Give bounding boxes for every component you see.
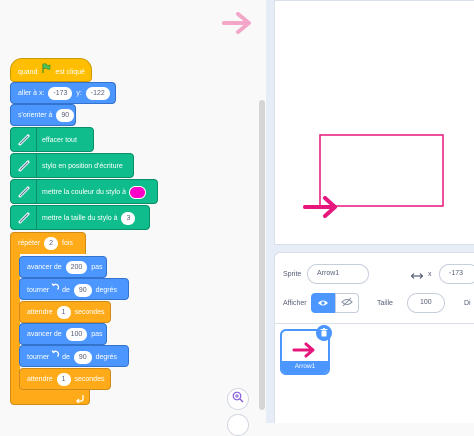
show-visible-button[interactable] (311, 293, 335, 313)
code-area[interactable]: quand est cliqué aller à x: -173 y: -122… (0, 0, 262, 436)
horizontal-arrows-icon (410, 268, 424, 286)
pen-drawn-rectangle (319, 134, 444, 207)
x-position-input[interactable]: -173 (439, 264, 474, 284)
set-pen-color-block[interactable]: mettre la couleur du stylo à (10, 179, 158, 204)
wait-block-1[interactable]: attendre 1 secondes (19, 301, 111, 323)
pen-clear-block[interactable]: effacer tout (10, 127, 94, 152)
eye-icon (317, 294, 329, 312)
turn-de-label: de (62, 286, 70, 294)
eye-slash-icon (341, 294, 353, 312)
zoom-in-icon (232, 390, 244, 408)
sprite-list: Arrow1 (274, 324, 474, 423)
turn-label: tourner (27, 286, 50, 294)
turn-degrees-unit: degrés (95, 286, 117, 294)
rotate-left-icon (51, 346, 60, 368)
turn-de-label: de (62, 353, 70, 361)
repeat-block[interactable]: répéter 2 fois (10, 232, 86, 254)
stage[interactable] (274, 0, 474, 245)
repeat-label: répéter (18, 240, 41, 247)
turn-label: tourner (27, 353, 50, 361)
pen-size-input[interactable]: 3 (121, 211, 136, 225)
code-area-scrollbar[interactable] (259, 100, 265, 410)
pen-down-label: stylo en position d'écriture (42, 163, 123, 170)
pen-color-swatch[interactable] (129, 185, 147, 199)
sprite-tile-name: Arrow1 (282, 361, 328, 373)
move-label: avancer de (27, 331, 62, 338)
goto-y-input[interactable]: -122 (85, 86, 110, 100)
move-label: avancer de (27, 264, 62, 271)
zoom-out-button[interactable] (227, 414, 249, 436)
wait-seconds-unit: secondes (74, 376, 105, 383)
goto-xy-block[interactable]: aller à x: -173 y: -122 (10, 82, 116, 104)
set-pen-size-block[interactable]: mettre la taille du stylo à 3 (10, 205, 150, 230)
pane-divider (266, 0, 274, 423)
turn-left-block-1[interactable]: tourner de 90 degrés (19, 278, 129, 300)
wait-seconds-input[interactable]: 1 (56, 305, 71, 319)
direction-label: Di (464, 300, 471, 307)
move-steps-unit: pas (91, 264, 103, 271)
wait-block-2[interactable]: attendre 1 secondes (19, 368, 111, 390)
size-input[interactable]: 100 (407, 293, 445, 313)
turn-degrees-unit: degrés (95, 353, 117, 361)
point-value-input[interactable]: 90 (56, 108, 75, 122)
pen-down-block[interactable]: stylo en position d'écriture (10, 153, 134, 178)
point-direction-block[interactable]: s'orienter à 90 (10, 104, 76, 126)
repeat-count-input[interactable]: 2 (44, 236, 59, 250)
move-steps-unit: pas (91, 331, 103, 338)
sprite-label: Sprite (283, 271, 302, 278)
loop-arrow-icon (75, 390, 85, 408)
show-hidden-button[interactable] (335, 293, 359, 313)
set-pen-color-text: mettre la couleur du stylo à (42, 180, 147, 205)
wait-label: attendre (27, 309, 53, 316)
when-label: quand (18, 68, 38, 76)
stage-canvas (303, 134, 444, 218)
pen-icon (11, 180, 37, 203)
turn-degrees-input[interactable]: 90 (73, 283, 92, 297)
when-flag-clicked-block[interactable]: quand est cliqué (10, 58, 92, 82)
rotate-left-icon (51, 279, 60, 301)
goto-label: aller à x: (18, 90, 45, 97)
set-pen-color-label: mettre la couleur du stylo à (42, 189, 127, 196)
wait-label: attendre (27, 376, 53, 383)
zoom-in-button[interactable] (227, 388, 249, 410)
show-label: Afficher (283, 300, 307, 307)
sprite-name-input[interactable]: Arrow1 (307, 264, 369, 284)
point-label: s'orienter à (18, 112, 53, 119)
goto-x-input[interactable]: -173 (48, 86, 73, 100)
turn-left-block-2[interactable]: tourner de 90 degrés (19, 345, 129, 367)
set-pen-size-label: mettre la taille du stylo à (42, 215, 118, 222)
clicked-label: est cliqué (55, 68, 85, 76)
pen-icon (11, 206, 37, 229)
pen-icon (11, 154, 37, 177)
trash-icon (320, 324, 328, 342)
wait-seconds-input[interactable]: 1 (56, 372, 71, 386)
pen-clear-label: effacer tout (42, 137, 77, 144)
size-label: Taille (377, 300, 393, 307)
turn-degrees-input[interactable]: 90 (73, 350, 92, 364)
move-steps-block-2[interactable]: avancer de 100 pas (19, 323, 107, 345)
repeat-block-footer (10, 389, 90, 405)
x-label: x (428, 271, 432, 278)
sprite-arrow-faded (222, 10, 254, 41)
move-steps-input[interactable]: 100 (65, 327, 88, 341)
sprite-info-panel: Sprite Arrow1 x -173 Afficher Taille 100… (274, 252, 474, 324)
set-pen-size-text: mettre la taille du stylo à 3 (42, 206, 137, 231)
goto-y-label: y: (76, 90, 82, 97)
delete-sprite-button[interactable] (316, 325, 332, 341)
pen-icon (11, 128, 37, 151)
repeat-times-label: fois (62, 240, 73, 247)
wait-seconds-unit: secondes (74, 309, 105, 316)
move-steps-input[interactable]: 200 (65, 260, 88, 274)
move-steps-block-1[interactable]: avancer de 200 pas (19, 256, 107, 278)
